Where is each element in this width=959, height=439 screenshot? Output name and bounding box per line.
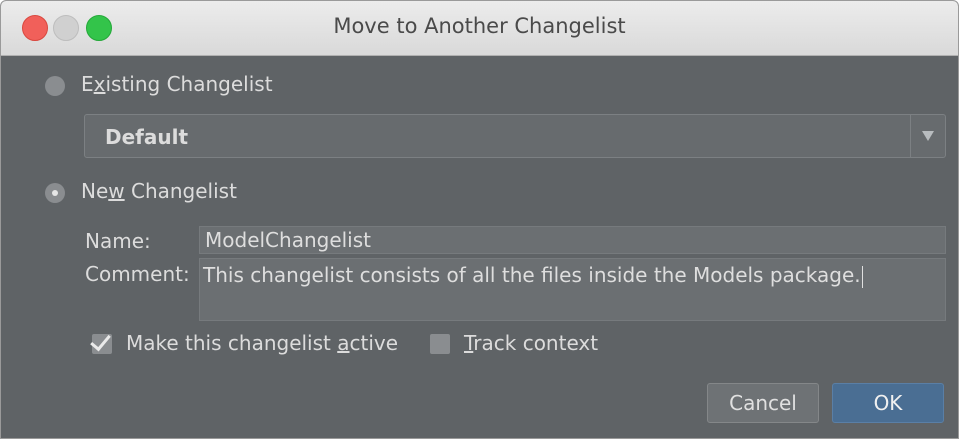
- checkmark-icon: [90, 329, 111, 352]
- comment-textarea[interactable]: This changelist consists of all the file…: [199, 258, 946, 321]
- ok-button[interactable]: OK: [832, 383, 944, 423]
- new-label-mnemonic: w: [108, 179, 125, 203]
- track-context-post: rack context: [473, 331, 599, 355]
- track-context-mnemonic: T: [464, 331, 474, 355]
- new-changelist-label[interactable]: New Changelist: [81, 179, 237, 203]
- make-active-mnemonic: a: [337, 331, 350, 355]
- dropdown-arrow-button[interactable]: [910, 115, 945, 157]
- cancel-button[interactable]: Cancel: [707, 383, 819, 423]
- make-active-pre: Make this changelist: [126, 331, 338, 355]
- new-changelist-radio[interactable]: [45, 183, 65, 203]
- make-active-checkbox[interactable]: [90, 329, 112, 354]
- track-context-label[interactable]: Track context: [464, 331, 598, 355]
- dropdown-value: Default: [105, 125, 189, 149]
- existing-label-pre: E: [81, 72, 94, 96]
- existing-label-post: isting Changelist: [105, 72, 273, 96]
- make-active-post: ctive: [349, 331, 399, 355]
- comment-label: Comment:: [85, 262, 190, 286]
- existing-changelist-radio[interactable]: [45, 76, 65, 96]
- window-title: Move to Another Changelist: [333, 14, 626, 38]
- make-active-label[interactable]: Make this changelist active: [126, 331, 398, 355]
- name-label: Name:: [85, 229, 151, 253]
- existing-label-mnemonic: x: [93, 72, 106, 96]
- chevron-down-icon: [922, 131, 934, 141]
- new-label-pre: Ne: [81, 179, 109, 203]
- title-bar[interactable]: Move to Another Changelist: [1, 1, 958, 56]
- name-input[interactable]: ModelChangelist: [199, 226, 946, 254]
- radio-selected-dot: [52, 190, 58, 196]
- changelist-dropdown[interactable]: Default: [84, 114, 946, 158]
- text-cursor: [861, 265, 863, 288]
- new-label-post: Changelist: [124, 179, 237, 203]
- name-value: ModelChangelist: [205, 228, 371, 252]
- dialog-window: Move to Another Changelist Existing Chan…: [0, 0, 959, 439]
- track-context-checkbox[interactable]: [430, 334, 450, 354]
- dialog-content: Existing Changelist Default New Changeli…: [1, 56, 958, 438]
- comment-value: This changelist consists of all the file…: [203, 263, 861, 287]
- existing-changelist-label[interactable]: Existing Changelist: [81, 72, 273, 96]
